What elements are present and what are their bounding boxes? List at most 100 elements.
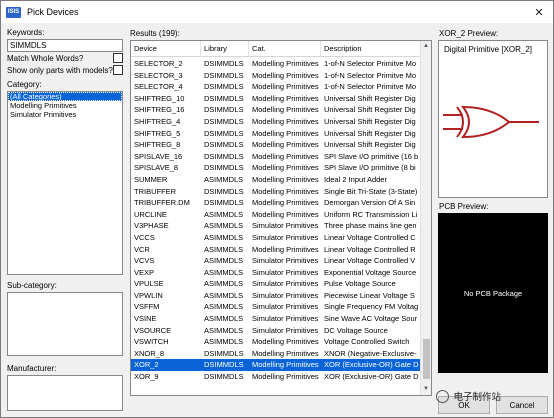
results-table[interactable]: Device Library Cat. Description SELECTOR… <box>130 40 432 396</box>
category-item[interactable]: Modelling Primitives <box>8 101 122 110</box>
cell-library: ASIMMDLS <box>204 244 244 254</box>
table-row[interactable]: SPISLAVE_8 DSIMMDLS Modelling Primitives SP… <box>131 162 421 174</box>
cell-category: Modelling Primitives <box>252 116 319 126</box>
table-row[interactable]: SELECTOR_4 DSIMMDLS Modelling Primitives 1-… <box>131 81 421 93</box>
table-row[interactable]: VPULSE ASIMMDLS Simulator Primitives Pulse … <box>131 278 421 290</box>
table-row[interactable]: SHIFTREG_4 DSIMMDLS Modelling Primitives Un… <box>131 116 421 128</box>
cell-category: Modelling Primitives <box>252 360 319 370</box>
cell-library: ASIMMDLS <box>204 302 244 312</box>
subcategory-label: Sub-category: <box>7 281 57 290</box>
table-row[interactable]: VSFFM ASIMMDLS Simulator Primitives Single … <box>131 301 421 313</box>
cell-library: DSIMMDLS <box>204 93 244 103</box>
table-row[interactable]: TRIBUFFER DSIMMDLS Modelling Primitives Sin… <box>131 186 421 198</box>
cell-library: DSIMMDLS <box>204 59 244 68</box>
results-scrollbar[interactable]: ▲ ▼ <box>420 41 431 395</box>
cancel-button[interactable]: Cancel <box>496 396 548 414</box>
category-item[interactable]: (All Categories) <box>8 92 122 101</box>
pcb-preview: No PCB Package <box>438 213 548 373</box>
cell-library: DSIMMDLS <box>204 360 244 370</box>
cell-library: ASIMMDLS <box>204 314 244 324</box>
scroll-thumb[interactable] <box>423 339 430 379</box>
category-item[interactable]: Simulator Primitives <box>8 110 122 119</box>
cell-library: DSIMMDLS <box>204 140 244 150</box>
cell-description: Exponential Voltage Source <box>324 267 417 277</box>
cell-category: Modelling Primitives <box>252 348 319 358</box>
cell-device: VCVS <box>134 256 155 266</box>
scroll-down-icon[interactable]: ▼ <box>421 384 431 395</box>
cell-description: Linear Voltage Controlled C <box>324 232 416 242</box>
show-only-models-checkbox[interactable] <box>113 65 123 75</box>
table-row[interactable]: XOR_2 DSIMMDLS Modelling Primitives XOR (Ex… <box>131 359 421 372</box>
table-row[interactable]: VCR ASIMMDLS Modelling Primitives Linear Vo… <box>131 244 421 256</box>
cell-device: SELECTOR_4 <box>134 82 183 92</box>
table-row[interactable]: VEXP ASIMMDLS Simulator Primitives Exponent… <box>131 267 421 279</box>
table-row[interactable]: SHIFTREG_5 DSIMMDLS Modelling Primitives Un… <box>131 128 421 140</box>
cell-device: URCLINE <box>134 209 167 219</box>
close-button[interactable]: ✕ <box>531 4 547 20</box>
cell-category: Simulator Primitives <box>252 221 319 231</box>
cell-description: Universal Shift Register Dig <box>324 93 416 103</box>
table-row[interactable]: VSOURCE ASIMMDLS Simulator Primitives DC Vo… <box>131 325 421 337</box>
cell-library: ASIMMDLS <box>204 232 244 242</box>
xor-gate-icon <box>443 105 539 139</box>
table-row[interactable]: SUMMER ASIMMDLS Modelling Primitives Ideal … <box>131 174 421 186</box>
cell-library: DSIMMDLS <box>204 116 244 126</box>
manufacturer-list[interactable] <box>7 375 123 411</box>
cell-device: VSFFM <box>134 302 160 312</box>
keywords-input[interactable]: SIMMDLS <box>7 39 123 52</box>
table-row[interactable]: VSWITCH ASIMMDLS Modelling Primitives Volta… <box>131 336 421 348</box>
cell-category: Modelling Primitives <box>252 372 319 382</box>
cell-device: VEXP <box>134 267 155 277</box>
cell-library: ASIMMDLS <box>204 267 244 277</box>
table-row[interactable]: SHIFTREG_8 DSIMMDLS Modelling Primitives Un… <box>131 139 421 151</box>
cell-description: XNOR (Negative-Exclusive- <box>324 348 417 358</box>
table-row[interactable]: VSINE ASIMMDLS Simulator Primitives Sine Wa… <box>131 313 421 325</box>
table-row[interactable]: VPWLIN ASIMMDLS Simulator Primitives Piecew… <box>131 290 421 302</box>
cell-category: Modelling Primitives <box>252 174 319 184</box>
cell-description: Linear Voltage Controlled V <box>324 256 416 266</box>
table-row[interactable]: SHIFTREG_10 DSIMMDLS Modelling Primitives U… <box>131 93 421 105</box>
watermark: 电子制作站 <box>436 389 501 403</box>
table-row[interactable]: V3PHASE ASIMMDLS Simulator Primitives Three… <box>131 220 421 232</box>
match-whole-words-checkbox[interactable] <box>113 53 123 63</box>
scroll-up-icon[interactable]: ▲ <box>421 41 431 52</box>
table-row[interactable]: SHIFTREG_16 DSIMMDLS Modelling Primitives U… <box>131 104 421 116</box>
cell-category: Modelling Primitives <box>252 244 319 254</box>
cell-device: SPISLAVE_16 <box>134 151 183 161</box>
subcategory-list[interactable] <box>7 292 123 356</box>
pcb-preview-text: No PCB Package <box>463 288 523 298</box>
table-row[interactable]: URCLINE ASIMMDLS Modelling Primitives Unifo… <box>131 209 421 221</box>
table-row[interactable]: SPISLAVE_16 DSIMMDLS Modelling Primitives S… <box>131 151 421 163</box>
column-header-category[interactable]: Cat. <box>249 41 321 57</box>
pick-devices-window: ISIS Pick Devices ✕ Keywords: SIMMDLS Ma… <box>0 0 554 418</box>
cell-category: Modelling Primitives <box>252 209 319 219</box>
watermark-text: 电子制作站 <box>453 392 501 403</box>
table-row[interactable]: VCVS ASIMMDLS Simulator Primitives Linear V… <box>131 255 421 267</box>
cell-device: XOR_9 <box>134 372 159 382</box>
table-row[interactable]: XNOR_8 DSIMMDLS Modelling Primitives XNOR (… <box>131 348 421 360</box>
table-row[interactable]: TRIBUFFER.DM DSIMMDLS Modelling Primitives… <box>131 197 421 209</box>
cell-description: Single Frequency FM Voltag <box>324 302 419 312</box>
cell-description: DC Voltage Source <box>324 325 388 335</box>
category-list[interactable]: (All Categories) Modelling Primitives Si… <box>7 91 123 275</box>
cell-category: Simulator Primitives <box>252 290 319 300</box>
cell-library: ASIMMDLS <box>204 256 244 266</box>
cell-library: DSIMMDLS <box>204 186 244 196</box>
cell-library: DSIMMDLS <box>204 70 244 80</box>
table-row[interactable]: VCCS ASIMMDLS Simulator Primitives Linear V… <box>131 232 421 244</box>
table-row[interactable]: SELECTOR_3 DSIMMDLS Modelling Primitives 1-… <box>131 70 421 82</box>
cell-device: VPWLIN <box>134 290 163 300</box>
cell-device: TRIBUFFER.DM <box>134 198 190 208</box>
cell-library: DSIMMDLS <box>204 82 244 92</box>
cell-description: 1-of-N Selector Primitve Mo <box>324 70 417 80</box>
cell-description: SPI Slave I/O primitive (8 bi <box>324 163 416 173</box>
column-header-device[interactable]: Device <box>131 41 201 57</box>
table-row[interactable]: SELECTOR_2 DSIMMDLS Modelling Primitives 1-… <box>131 58 421 70</box>
column-header-description[interactable]: Description <box>321 41 421 57</box>
cell-category: Modelling Primitives <box>252 82 319 92</box>
cell-device: XNOR_8 <box>134 348 165 358</box>
table-row[interactable]: XOR_9 DSIMMDLS Modelling Primitives XOR (Ex… <box>131 371 421 383</box>
column-header-library[interactable]: Library <box>201 41 249 57</box>
cell-library: DSIMMDLS <box>204 348 244 358</box>
cell-category: Modelling Primitives <box>252 70 319 80</box>
